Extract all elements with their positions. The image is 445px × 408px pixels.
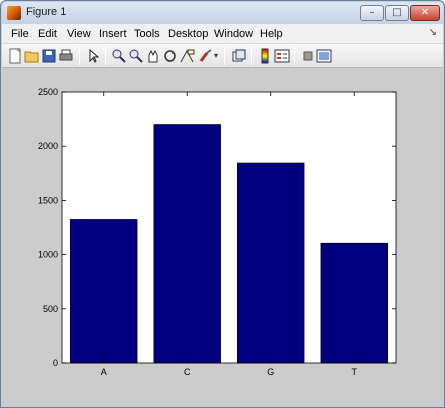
bar-T — [320, 242, 388, 364]
menu-desktop[interactable]: Desktop — [168, 28, 208, 40]
legend-icon[interactable] — [274, 48, 290, 64]
toolbar-separator — [224, 47, 225, 65]
bar-A — [70, 219, 138, 364]
save-icon[interactable] — [41, 48, 57, 64]
minimize-button[interactable]: – — [360, 5, 384, 21]
pan-icon[interactable] — [145, 48, 161, 64]
toolbar-separator — [294, 47, 295, 65]
y-tick-label: 1500 — [38, 195, 58, 205]
window-title: Figure 1 — [26, 6, 67, 18]
show-plot-tools-icon[interactable] — [316, 48, 332, 64]
link-plot-icon[interactable] — [231, 48, 247, 64]
menu-window[interactable]: Window — [214, 28, 253, 40]
y-tick-label: 2000 — [38, 141, 58, 151]
menu-bar: File Edit View Insert Tools Desktop Wind… — [2, 24, 443, 44]
toolbar-separator — [105, 47, 106, 65]
colorbar-icon[interactable] — [257, 48, 273, 64]
bar-C — [153, 124, 221, 364]
rotate-3d-icon[interactable] — [162, 48, 178, 64]
zoom-in-icon[interactable] — [111, 48, 127, 64]
figure-window: Figure 1 – □ ✕ File Edit View Insert Too… — [0, 0, 445, 408]
x-tick-label: G — [267, 367, 274, 377]
figure-toolbar: ▾ — [2, 44, 443, 68]
hide-plot-tools-icon[interactable] — [300, 48, 316, 64]
menu-view[interactable]: View — [67, 28, 91, 40]
edit-plot-icon[interactable] — [86, 48, 102, 64]
menu-edit[interactable]: Edit — [38, 28, 57, 40]
arrow-icon[interactable]: ↘ — [429, 27, 437, 38]
open-file-icon[interactable] — [24, 48, 40, 64]
y-tick-label: 2500 — [38, 87, 58, 97]
toolbar-separator — [251, 47, 252, 65]
figure-canvas[interactable]: A C G T 0 500 1000 1500 2000 2500 — [2, 68, 443, 406]
menu-file[interactable]: File — [11, 28, 29, 40]
new-figure-icon[interactable] — [7, 48, 23, 64]
maximize-button[interactable]: □ — [385, 5, 409, 21]
matlab-icon — [7, 6, 21, 20]
toolbar-separator — [79, 47, 80, 65]
title-bar[interactable]: Figure 1 – □ ✕ — [2, 2, 443, 24]
data-cursor-icon[interactable] — [179, 48, 195, 64]
zoom-out-icon[interactable] — [128, 48, 144, 64]
menu-tools[interactable]: Tools — [134, 28, 160, 40]
menu-insert[interactable]: Insert — [99, 28, 127, 40]
y-tick-label: 0 — [53, 358, 58, 368]
x-tick-label: T — [352, 367, 358, 377]
print-icon[interactable] — [58, 48, 74, 64]
x-tick-label: C — [184, 367, 191, 377]
y-tick-label: 500 — [43, 304, 58, 314]
x-tick-label: A — [101, 367, 107, 377]
bar-chart: A C G T 0 500 1000 1500 2000 2500 — [38, 87, 397, 377]
y-tick-label: 1000 — [38, 250, 58, 260]
close-button[interactable]: ✕ — [410, 5, 440, 21]
bar-G — [237, 162, 305, 364]
brush-dropdown-icon[interactable]: ▾ — [212, 48, 220, 64]
menu-help[interactable]: Help — [260, 28, 283, 40]
